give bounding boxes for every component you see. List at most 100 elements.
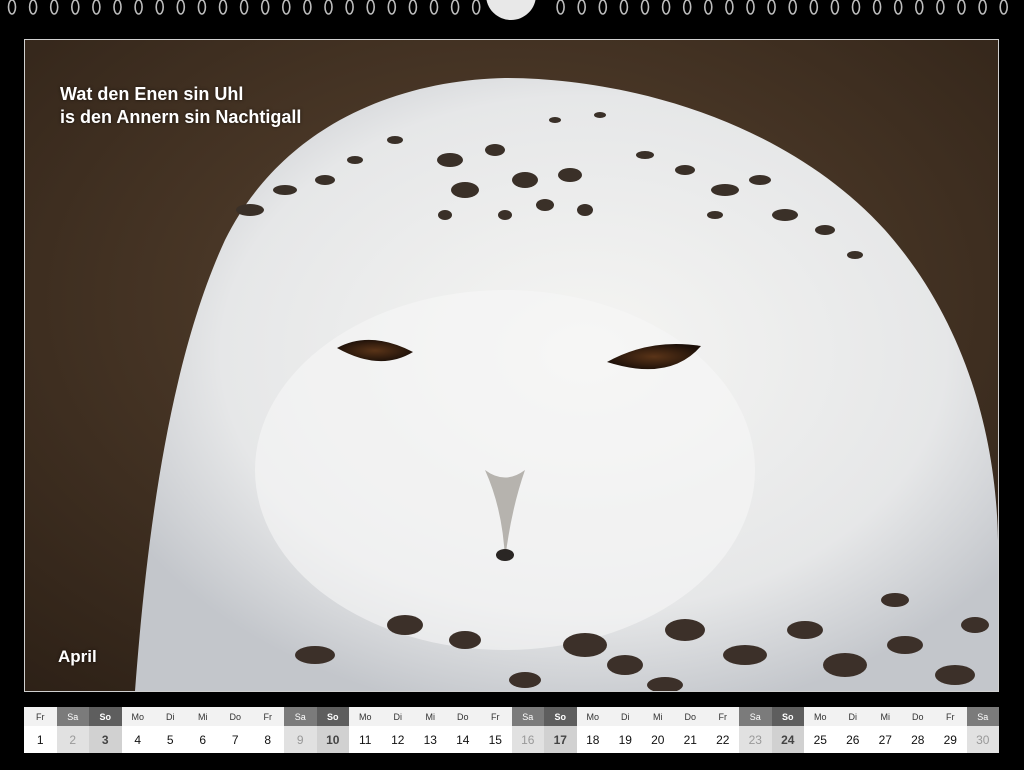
day-number: 7: [219, 726, 252, 753]
day-number: 15: [479, 726, 512, 753]
spiral-ring: [788, 0, 797, 15]
calendar-day: Sa 23: [739, 707, 772, 753]
calendar-day: So 3: [89, 707, 122, 753]
spiral-ring: [429, 0, 439, 15]
weekday-label: Sa: [739, 707, 772, 726]
calendar-day: Fr 1: [24, 707, 57, 753]
calendar-day: Mi 27: [869, 707, 902, 753]
weekday-label: Fr: [479, 707, 512, 726]
day-number: 5: [154, 726, 187, 753]
spiral-ring: [92, 0, 101, 15]
calendar-strip: Fr 1 Sa 2 So 3 Mo 4 Di 5 Mi 6 Do 7 Fr 8 Sa 9 So 10 Mo 11 Di 12 M…: [24, 707, 999, 753]
spiral-ring: [936, 0, 945, 15]
spiral-ring: [49, 0, 59, 15]
spiral-ring: [915, 0, 924, 15]
spiral-ring: [661, 0, 671, 15]
day-number: 2: [56, 726, 89, 753]
day-number: 26: [836, 726, 869, 753]
weekday-label: Sa: [966, 707, 999, 726]
spiral-ring: [577, 0, 586, 15]
weekday-label: Sa: [56, 707, 89, 726]
weekday-label: Mi: [869, 707, 902, 726]
weekday-label: Do: [446, 707, 479, 726]
calendar-day: Do 14: [446, 707, 479, 753]
calendar-day: Fr 29: [934, 707, 967, 753]
spiral-ring: [872, 0, 882, 15]
day-number: 4: [121, 726, 154, 753]
calendar-day: Mi 20: [641, 707, 674, 753]
weekday-label: Mi: [186, 707, 219, 726]
spiral-ring: [556, 0, 565, 15]
calendar-day: Di 26: [836, 707, 869, 753]
spiral-ring: [366, 0, 375, 15]
spiral-ring: [471, 0, 481, 15]
calendar-day: Mo 4: [121, 707, 154, 753]
weekday-label: Mo: [349, 707, 382, 726]
spiral-ring: [134, 0, 143, 15]
day-number: 6: [186, 726, 219, 753]
calendar-day: So 24: [771, 707, 804, 753]
weekday-label: Fr: [706, 707, 739, 726]
spiral-ring: [28, 0, 38, 15]
spiral-ring: [218, 0, 228, 15]
day-number: 3: [89, 726, 122, 753]
spiral-ring: [197, 0, 207, 15]
quote-line-1: Wat den Enen sin Uhl: [60, 84, 244, 104]
weekday-label: Mo: [804, 707, 837, 726]
day-number: 19: [609, 726, 642, 753]
spiral-ring: [978, 0, 987, 15]
calendar-day: Do 21: [674, 707, 707, 753]
weekday-label: So: [544, 707, 577, 726]
spiral-ring: [851, 0, 861, 15]
weekday-label: Fr: [24, 707, 57, 726]
weekday-label: Do: [674, 707, 707, 726]
spiral-ring: [682, 0, 692, 15]
weekday-label: Fr: [934, 707, 967, 726]
weekday-label: Fr: [251, 707, 284, 726]
day-number: 8: [251, 726, 284, 753]
spiral-ring: [725, 0, 734, 15]
day-number: 18: [576, 726, 609, 753]
calendar-day: Do 7: [219, 707, 252, 753]
spiral-ring: [71, 0, 80, 15]
day-number: 12: [381, 726, 414, 753]
day-number: 1: [24, 726, 57, 753]
weekday-label: So: [316, 707, 349, 726]
spiral-ring: [746, 0, 755, 15]
spiral-ring: [155, 0, 164, 15]
spiral-ring: [260, 0, 270, 15]
spiral-ring: [809, 0, 819, 15]
weekday-label: Mo: [576, 707, 609, 726]
calendar-day: Fr 22: [706, 707, 739, 753]
spiral-ring: [303, 0, 312, 15]
calendar-day: Do 28: [901, 707, 934, 753]
day-number: 11: [349, 726, 382, 753]
weekday-label: Mo: [121, 707, 154, 726]
calendar-day: Mo 11: [349, 707, 382, 753]
calendar-day: Di 12: [381, 707, 414, 753]
day-number: 28: [901, 726, 934, 753]
calendar-day: Mi 6: [186, 707, 219, 753]
spiral-ring: [598, 0, 608, 15]
spiral-ring: [387, 0, 397, 15]
calendar-day: So 10: [316, 707, 349, 753]
spiral-ring: [999, 0, 1008, 15]
day-number: 27: [869, 726, 902, 753]
weekday-label: Di: [381, 707, 414, 726]
weekday-label: So: [771, 707, 804, 726]
spiral-ring: [704, 0, 713, 15]
weekday-label: Di: [154, 707, 187, 726]
day-number: 30: [966, 726, 999, 753]
calendar-day: Fr 15: [479, 707, 512, 753]
spiral-ring: [640, 0, 650, 15]
calendar-day: Sa 2: [56, 707, 89, 753]
calendar-day: So 17: [544, 707, 577, 753]
day-number: 21: [674, 726, 707, 753]
snowy-owl-image: [25, 40, 998, 691]
weekday-label: Di: [836, 707, 869, 726]
spiral-ring: [957, 0, 966, 15]
spiral-ring: [345, 0, 354, 15]
spiral-ring: [7, 0, 17, 15]
day-number: 16: [511, 726, 544, 753]
weekday-label: Sa: [511, 707, 544, 726]
